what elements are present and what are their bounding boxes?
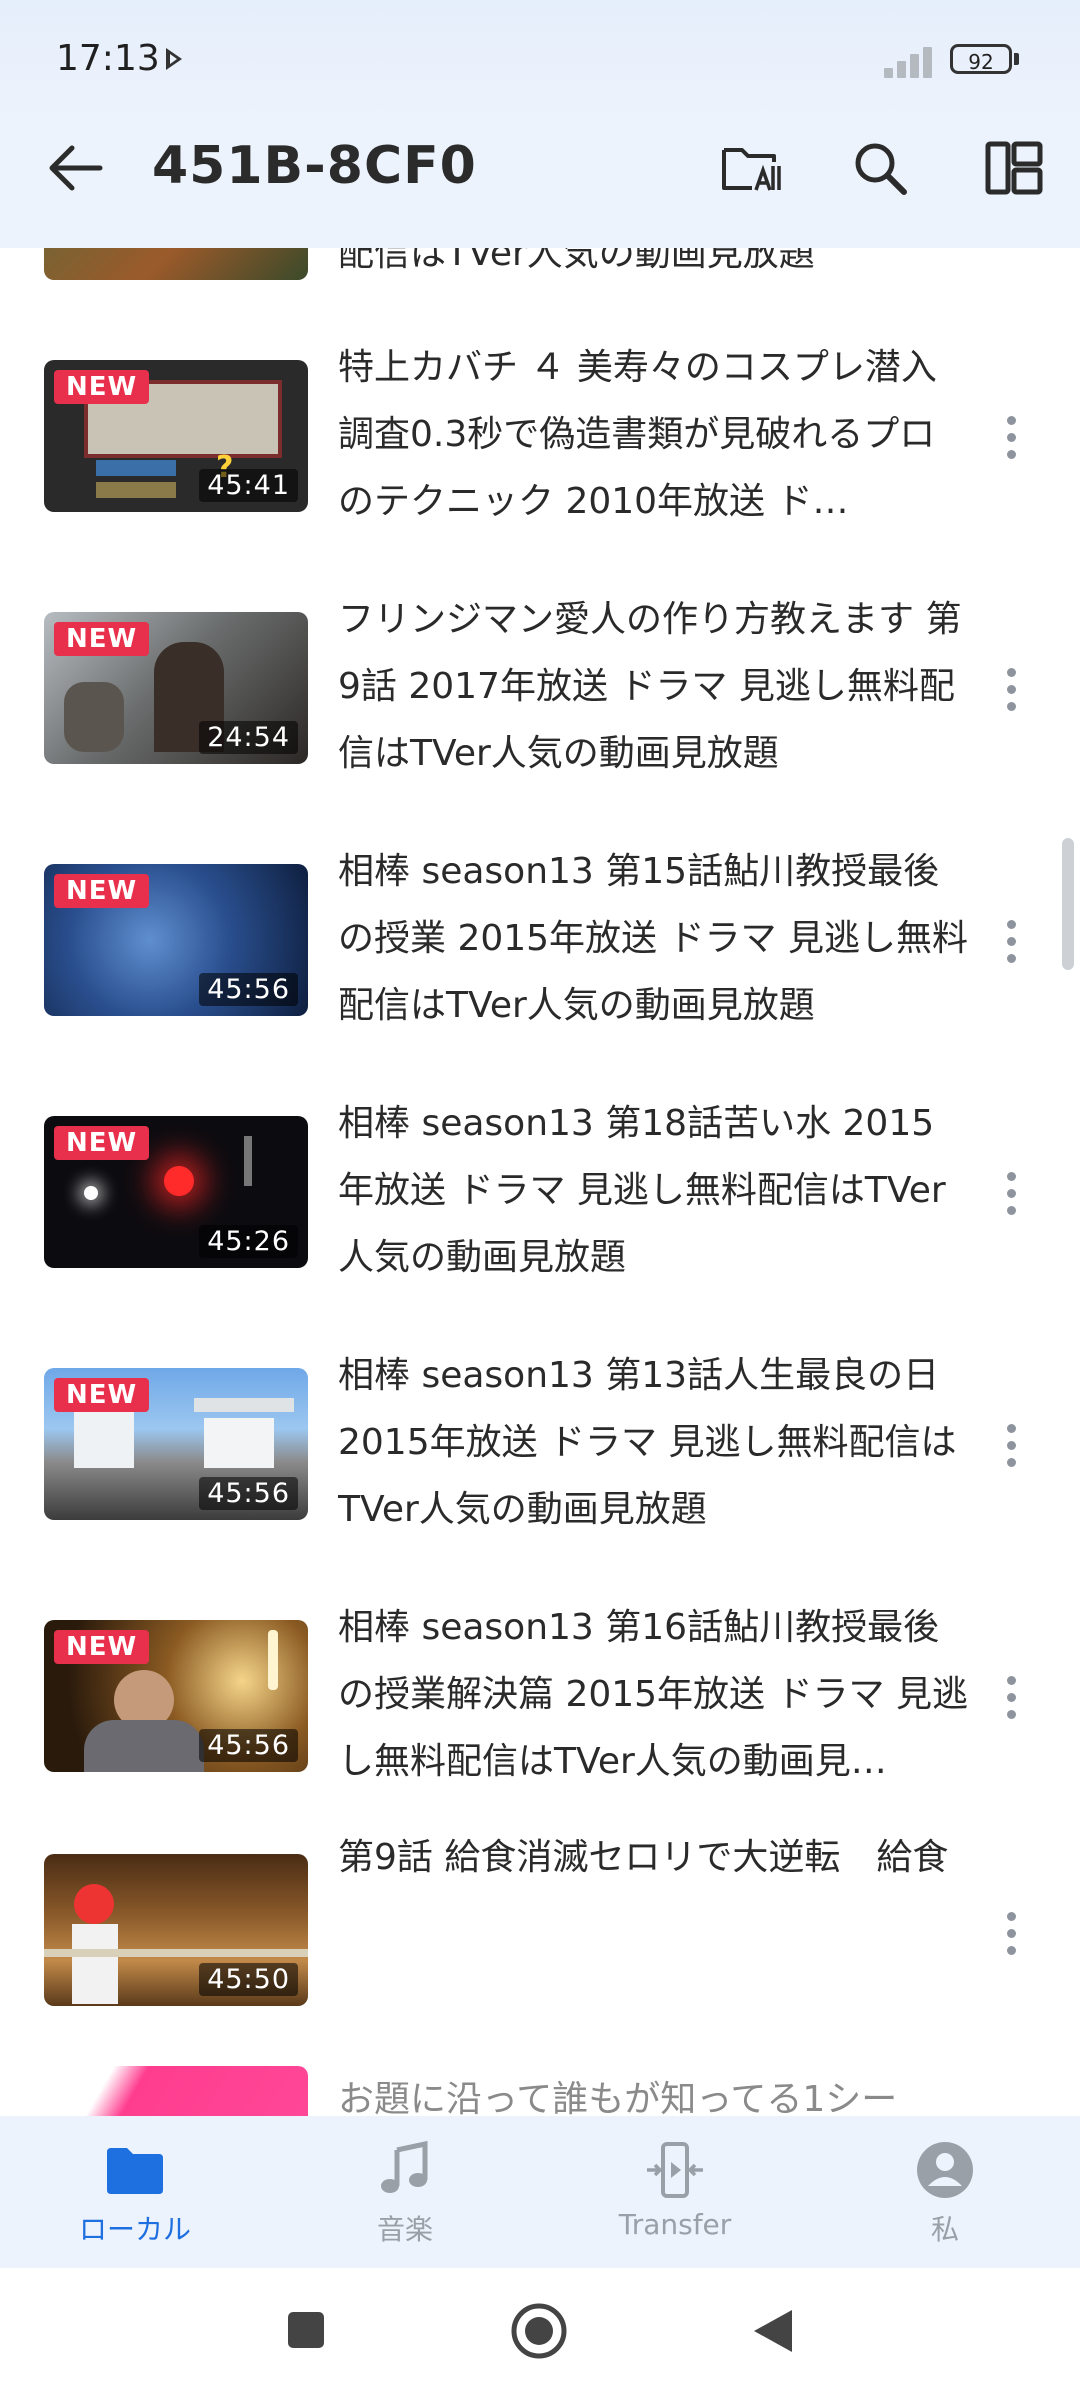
nav-label: ローカル <box>78 2213 191 2246</box>
video-thumbnail[interactable] <box>44 2066 308 2116</box>
list-item[interactable]: NEW 24:54 フリンジマン愛人の作り方教えます 第9話 2017年放送 ド… <box>0 562 1056 814</box>
new-badge: NEW <box>54 1378 150 1412</box>
nav-item-transfer[interactable]: Transfer <box>540 2116 810 2268</box>
transfer-icon <box>647 2142 703 2198</box>
new-badge: NEW <box>54 1126 150 1160</box>
video-title[interactable]: 相棒 season13 第18話苦い水 2015年放送 ドラマ 見逃し無料配信は… <box>338 1090 968 1291</box>
video-thumbnail[interactable]: ? NEW 45:41 <box>44 360 308 512</box>
back-arrow-icon[interactable] <box>44 140 108 196</box>
system-nav-bar <box>0 2268 1080 2400</box>
video-title[interactable]: 特上カバチ ４ 美寿々のコスプレ潜入調査0.3秒で偽造書類が見破れるプロのテクニ… <box>338 334 968 535</box>
battery-icon: 92 <box>950 44 1012 74</box>
bottom-nav: ローカル 音楽 Transfer 私 <box>0 2116 1080 2268</box>
list-item[interactable]: 45:50 第9話 給食消滅セロリで大逆転 給食 <box>0 1822 1056 2074</box>
search-icon[interactable] <box>848 136 912 200</box>
partial-video-title[interactable]: 配信はTVer人気の動画見放題 <box>338 248 968 287</box>
video-list[interactable]: 配信はTVer人気の動画見放題 ? NEW 45:41 特上カバチ ４ 美寿々の… <box>0 248 1080 2116</box>
music-note-icon <box>381 2140 428 2193</box>
scrollbar[interactable] <box>1062 248 1074 2116</box>
page-title: 451B-8CF0 <box>152 136 477 196</box>
list-item[interactable]: NEW 45:26 相棒 season13 第18話苦い水 2015年放送 ドラ… <box>0 1066 1056 1318</box>
status-time: 17:13 <box>56 38 160 79</box>
more-options-icon[interactable] <box>996 1668 1028 1728</box>
more-options-icon[interactable] <box>996 912 1028 972</box>
status-bar: 17:13 92 <box>0 0 1080 120</box>
nav-item-music[interactable]: 音楽 <box>270 2116 540 2268</box>
folder-all-icon[interactable] <box>718 136 782 200</box>
partial-video-title[interactable]: お題に沿って誰もが知ってる1シー <box>338 2066 968 2116</box>
nav-label: 音楽 <box>376 2213 433 2246</box>
nav-label: Transfer <box>618 2208 732 2241</box>
video-thumbnail[interactable]: NEW 45:56 <box>44 1368 308 1520</box>
folder-icon <box>107 2148 163 2194</box>
duration-label: 45:26 <box>199 1225 298 1258</box>
video-thumbnail[interactable]: NEW 45:56 <box>44 864 308 1016</box>
recent-apps-icon[interactable] <box>286 2310 326 2350</box>
new-badge: NEW <box>54 1630 150 1664</box>
duration-label: 45:41 <box>199 469 298 502</box>
video-title[interactable]: 相棒 season13 第16話鮎川教授最後の授業解決篇 2015年放送 ドラマ… <box>338 1594 968 1795</box>
video-title[interactable]: 相棒 season13 第15話鮎川教授最後の授業 2015年放送 ドラマ 見逃… <box>338 838 968 1039</box>
home-icon[interactable] <box>510 2302 568 2360</box>
battery-tip <box>1014 53 1019 65</box>
video-title[interactable]: フリンジマン愛人の作り方教えます 第9話 2017年放送 ドラマ 見逃し無料配信… <box>338 586 968 787</box>
scrollbar-thumb[interactable] <box>1062 838 1074 970</box>
video-thumbnail[interactable]: NEW 45:56 <box>44 1620 308 1772</box>
more-options-icon[interactable] <box>996 660 1028 720</box>
list-item[interactable]: NEW 45:56 相棒 season13 第13話人生最良の日 2015年放送… <box>0 1318 1056 1570</box>
more-options-icon[interactable] <box>996 1904 1028 1964</box>
nav-label: 私 <box>930 2213 959 2246</box>
list-item[interactable]: ? NEW 45:41 特上カバチ ４ 美寿々のコスプレ潜入調査0.3秒で偽造書… <box>0 310 1056 562</box>
video-thumbnail[interactable]: 45:50 <box>44 1854 308 2006</box>
video-title[interactable]: 第9話 給食消滅セロリで大逆転 給食 <box>338 1824 968 1891</box>
video-thumbnail[interactable]: NEW 45:26 <box>44 1116 308 1268</box>
duration-label: 45:56 <box>199 1729 298 1762</box>
nav-item-me[interactable]: 私 <box>810 2116 1080 2268</box>
video-thumbnail[interactable]: NEW 24:54 <box>44 612 308 764</box>
video-title[interactable]: 相棒 season13 第13話人生最良の日 2015年放送 ドラマ 見逃し無料… <box>338 1342 968 1543</box>
duration-label: 45:56 <box>199 1477 298 1510</box>
more-options-icon[interactable] <box>996 1416 1028 1476</box>
profile-icon <box>917 2142 973 2198</box>
more-options-icon[interactable] <box>996 408 1028 468</box>
new-badge: NEW <box>54 370 150 404</box>
media-playing-icon <box>166 48 182 70</box>
duration-label: 45:56 <box>199 973 298 1006</box>
back-icon[interactable] <box>752 2308 794 2354</box>
signal-icon <box>884 44 940 78</box>
list-item[interactable]: NEW 45:56 相棒 season13 第16話鮎川教授最後の授業解決篇 2… <box>0 1570 1056 1822</box>
more-options-icon[interactable] <box>996 1164 1028 1224</box>
list-item[interactable]: NEW 45:56 相棒 season13 第15話鮎川教授最後の授業 2015… <box>0 814 1056 1066</box>
duration-label: 24:54 <box>199 721 298 754</box>
new-badge: NEW <box>54 622 150 656</box>
new-badge: NEW <box>54 874 150 908</box>
video-thumbnail[interactable] <box>44 248 308 280</box>
duration-label: 45:50 <box>199 1963 298 1996</box>
layout-toggle-icon[interactable] <box>982 136 1046 200</box>
nav-item-local[interactable]: ローカル <box>0 2116 270 2268</box>
